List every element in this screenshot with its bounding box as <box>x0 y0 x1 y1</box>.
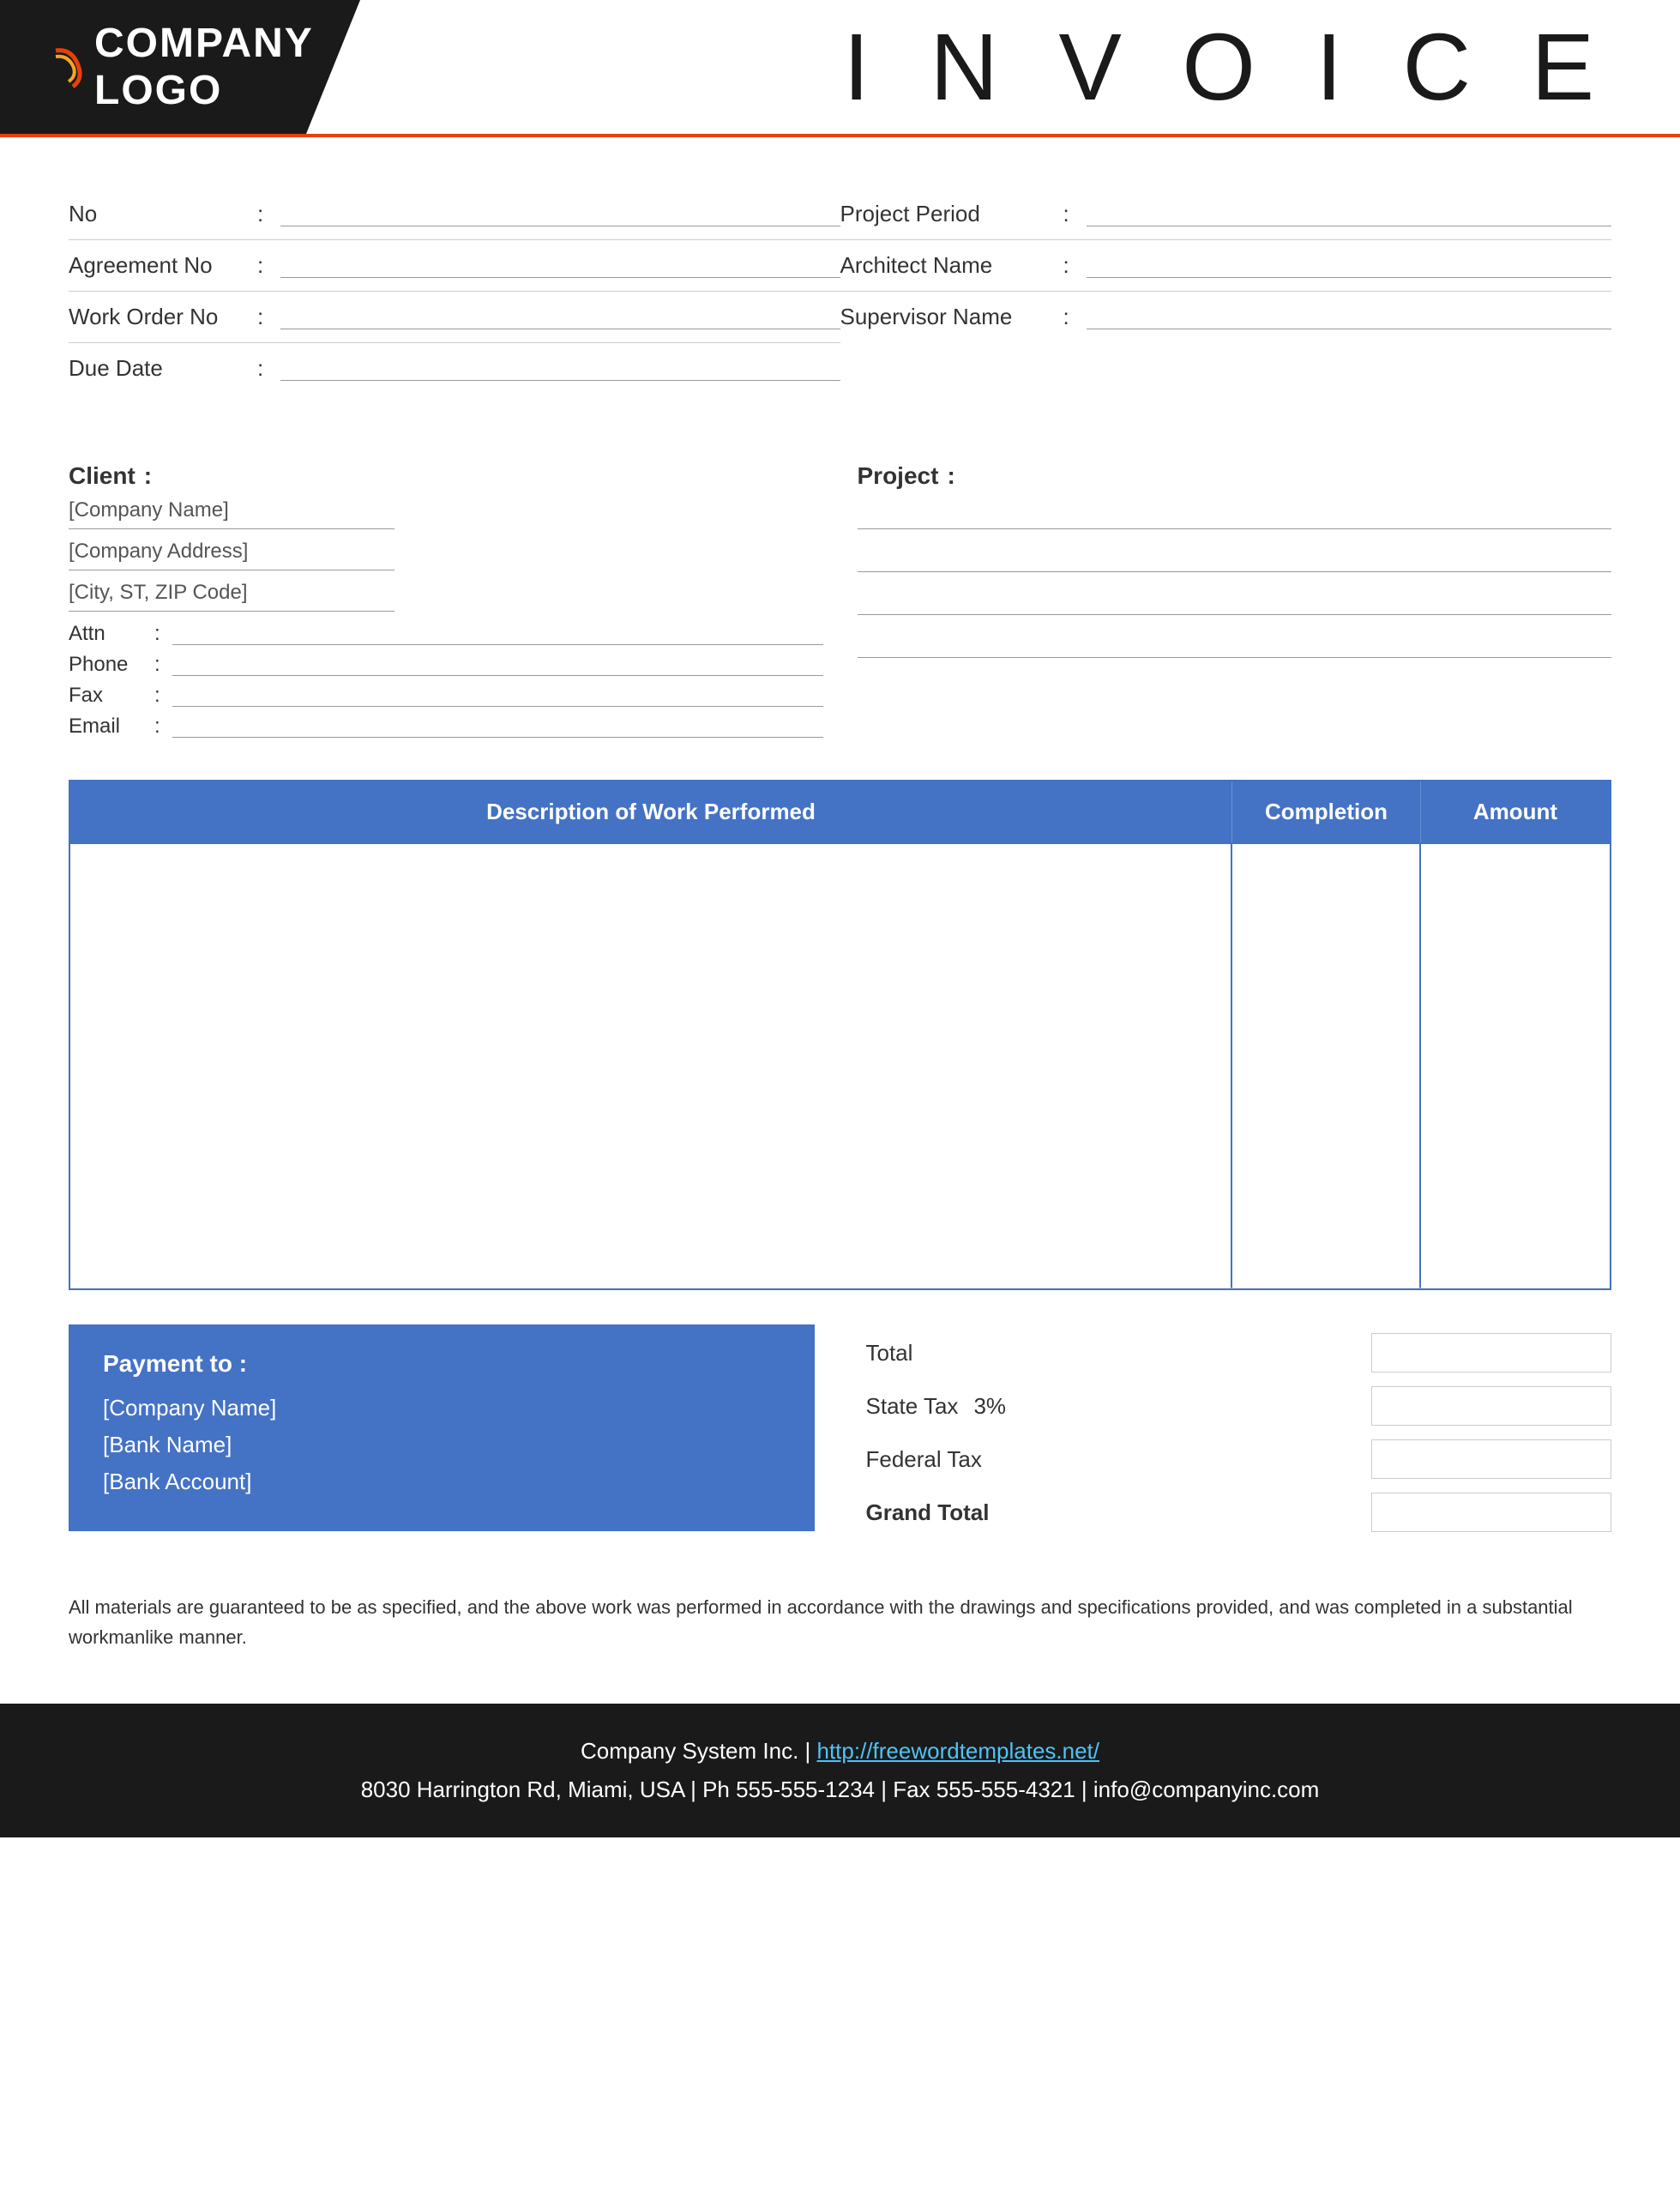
form-value-no <box>280 202 840 226</box>
totals-label-grandtotal: Grand Total <box>866 1499 990 1526</box>
form-grid: No : Agreement No : Work Order No : Due … <box>69 189 1611 394</box>
work-table: Description of Work Performed Completion… <box>69 780 1611 1290</box>
form-label-workorder: Work Order No <box>69 304 257 330</box>
footer-link[interactable]: http://freewordtemplates.net/ <box>817 1738 1100 1764</box>
form-row-period: Project Period : <box>840 189 1612 240</box>
project-line-1 <box>858 498 1612 529</box>
disclaimer-section: All materials are guaranteed to be as sp… <box>0 1566 1680 1704</box>
totals-label-statetax: State Tax 3% <box>866 1393 1007 1420</box>
footer-line1: Company System Inc. | http://freewordtem… <box>69 1738 1611 1765</box>
totals-value-federaltax[interactable] <box>1371 1439 1611 1479</box>
client-block: Client : [Company Name] [Company Address… <box>69 462 823 745</box>
disclaimer-text: All materials are guaranteed to be as sp… <box>69 1592 1611 1652</box>
payment-bank: [Bank Name] <box>103 1432 780 1458</box>
form-row-supervisor: Supervisor Name : <box>840 292 1612 342</box>
project-line-4 <box>858 627 1612 658</box>
client-title: Client : <box>69 462 823 490</box>
totals-row-grandtotal: Grand Total <box>866 1493 1612 1532</box>
form-value-period <box>1087 202 1611 226</box>
th-completion: Completion <box>1232 781 1421 842</box>
project-line-3 <box>858 584 1612 615</box>
form-label-agreement: Agreement No <box>69 252 257 279</box>
payment-company: [Company Name] <box>103 1395 780 1421</box>
form-value-architect <box>1087 254 1611 278</box>
form-label-architect: Architect Name <box>840 252 1063 279</box>
td-comp-1 <box>1232 844 1421 1288</box>
form-value-duedate <box>280 357 840 381</box>
td-amt-1 <box>1421 844 1610 1288</box>
form-row-duedate: Due Date : <box>69 343 840 394</box>
th-amount: Amount <box>1421 781 1610 842</box>
form-label-duedate: Due Date <box>69 355 257 382</box>
totals-row-federaltax: Federal Tax <box>866 1439 1612 1479</box>
totals-value-grandtotal[interactable] <box>1371 1493 1611 1532</box>
client-company-name: [Company Name] <box>69 498 394 529</box>
form-value-agreement <box>280 254 840 278</box>
totals-value-total[interactable] <box>1371 1333 1611 1372</box>
client-city-zip: [City, ST, ZIP Code] <box>69 581 394 612</box>
totals-row-statetax: State Tax 3% <box>866 1386 1612 1426</box>
totals-row-total: Total <box>866 1333 1612 1372</box>
logo-text: COMPANY LOGO <box>94 20 334 114</box>
footer: Company System Inc. | http://freewordtem… <box>0 1704 1680 1837</box>
form-right: Project Period : Architect Name : Superv… <box>840 189 1612 394</box>
payment-section: Payment to : [Company Name] [Bank Name] … <box>0 1324 1680 1566</box>
client-email: Email : <box>69 715 823 739</box>
logo-block: COMPANY LOGO <box>0 0 360 134</box>
form-row-no: No : <box>69 189 840 240</box>
form-label-period: Project Period <box>840 201 1063 227</box>
th-description: Description of Work Performed <box>70 781 1232 842</box>
form-row-agreement: Agreement No : <box>69 240 840 292</box>
form-value-supervisor <box>1087 305 1611 329</box>
form-row-architect: Architect Name : <box>840 240 1612 292</box>
client-phone: Phone : <box>69 653 823 677</box>
payment-title: Payment to : <box>103 1350 780 1378</box>
client-fax: Fax : <box>69 684 823 708</box>
form-label-supervisor: Supervisor Name <box>840 304 1063 330</box>
client-attn: Attn : <box>69 622 823 646</box>
header: COMPANY LOGO I N V O I C E <box>0 0 1680 137</box>
form-left: No : Agreement No : Work Order No : Due … <box>69 189 840 394</box>
invoice-title: I N V O I C E <box>843 13 1611 122</box>
totals-value-statetax[interactable] <box>1371 1386 1611 1426</box>
payment-block: Payment to : [Company Name] [Bank Name] … <box>69 1324 815 1531</box>
client-project-section: Client : [Company Name] [Company Address… <box>0 428 1680 780</box>
form-label-no: No <box>69 201 257 227</box>
form-row-workorder: Work Order No : <box>69 292 840 343</box>
payment-account: [Bank Account] <box>103 1469 780 1495</box>
form-value-workorder <box>280 305 840 329</box>
table-body <box>70 842 1610 1288</box>
project-title: Project : <box>858 462 1612 490</box>
project-line-2 <box>858 541 1612 572</box>
table-section: Description of Work Performed Completion… <box>0 780 1680 1290</box>
footer-line2: 8030 Harrington Rd, Miami, USA | Ph 555-… <box>69 1777 1611 1803</box>
totals-label-total: Total <box>866 1340 913 1366</box>
invoice-title-block: I N V O I C E <box>360 0 1680 134</box>
td-desc-1 <box>70 844 1232 1288</box>
logo-icon <box>26 44 86 91</box>
totals-label-federaltax: Federal Tax <box>866 1446 982 1473</box>
form-section: No : Agreement No : Work Order No : Due … <box>0 137 1680 428</box>
project-block: Project : <box>858 462 1612 745</box>
totals-block: Total State Tax 3% Federal Tax Grand Tot… <box>866 1324 1612 1532</box>
client-company-address: [Company Address] <box>69 540 394 570</box>
table-header: Description of Work Performed Completion… <box>70 781 1610 842</box>
